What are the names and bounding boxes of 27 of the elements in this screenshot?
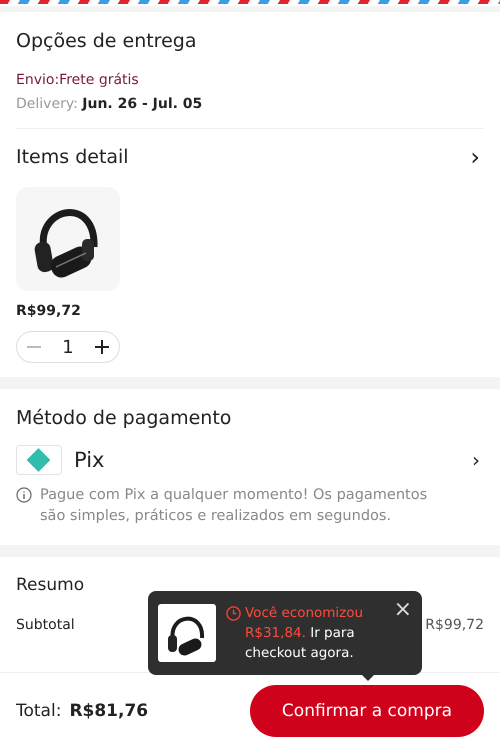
section-title: Método de pagamento bbox=[16, 407, 232, 429]
chevron-button[interactable]: › bbox=[468, 450, 484, 470]
total-value: R$81,76 bbox=[69, 700, 150, 720]
payment-method[interactable]: Pix bbox=[74, 448, 468, 472]
close-button[interactable]: × bbox=[390, 599, 416, 621]
tooltip-message: Você economizou R$31,84. Ir para checkout agora. bbox=[245, 604, 364, 663]
confirm-button[interactable]: Confirmar a compra bbox=[250, 684, 484, 736]
delivery-label: Delivery: bbox=[16, 96, 78, 112]
section-title: Opções de entrega bbox=[16, 30, 198, 52]
info-text: Pague com Pix a qualquer momento! Os pagamentos são simples, práticos e realizados em segundos. bbox=[40, 486, 428, 526]
delivery-dates: Jun. 26 - Jul. 05 bbox=[82, 96, 202, 112]
quantity-stepper[interactable]: 1 bbox=[16, 331, 120, 363]
item-price: R$99,72 bbox=[16, 303, 82, 319]
diamond-logo-icon bbox=[16, 445, 62, 475]
clock-icon bbox=[226, 606, 241, 621]
quantity-value: 1 bbox=[62, 336, 74, 358]
pointer-arrow bbox=[362, 675, 374, 681]
section-title: Items detail bbox=[16, 146, 129, 168]
chevron-button[interactable]: › bbox=[466, 145, 484, 169]
shipping-text: Envio:Frete grátis bbox=[16, 72, 140, 88]
section-title: Resumo bbox=[16, 575, 86, 595]
summary-value: R$99,72 bbox=[425, 617, 484, 633]
summary-label: Subtotal bbox=[16, 617, 75, 633]
plus-icon[interactable] bbox=[94, 340, 109, 354]
savings-tooltip[interactable]: Você economizou R$31,84. Ir para checkout agora. × bbox=[148, 591, 422, 675]
info-icon bbox=[16, 487, 32, 503]
total-label: Total: bbox=[16, 700, 62, 720]
